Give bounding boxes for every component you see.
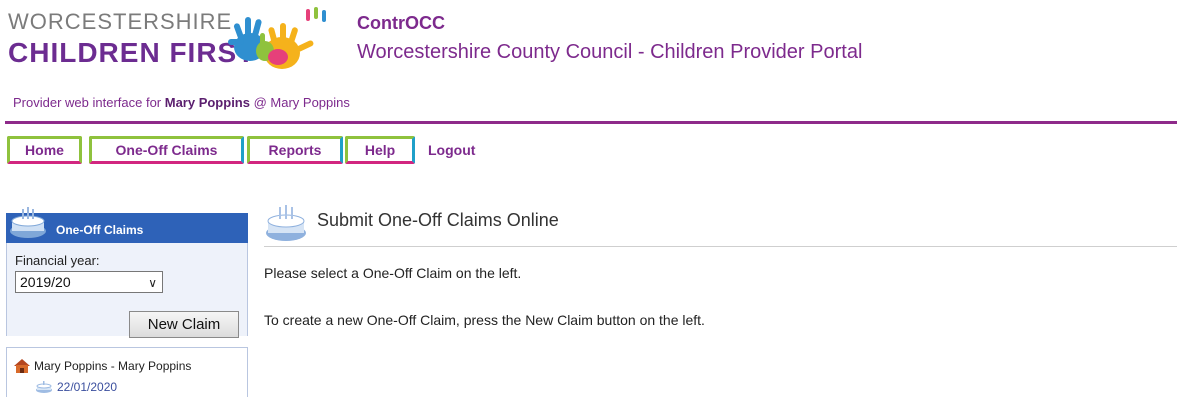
provider-prefix: Provider web interface for [13, 95, 165, 110]
title-divider [264, 246, 1177, 247]
tree-provider-label: Mary Poppins - Mary Poppins [34, 359, 192, 373]
nav-logout-link[interactable]: Logout [428, 142, 475, 158]
app-name: ContrOCC [357, 13, 445, 33]
sidebar-filter-panel: Financial year: 2019/20 ∨ New Claim [6, 243, 248, 338]
tree-claim-date: 22/01/2020 [57, 380, 118, 394]
tree-provider-item[interactable]: Mary Poppins - Mary Poppins [13, 358, 191, 374]
financial-year-select[interactable]: 2019/20 ∨ [15, 271, 163, 293]
logo-text-bottom: CHILDREN FIRST [8, 37, 256, 68]
portal-subtitle: Worcestershire County Council - Children… [357, 41, 863, 63]
new-claim-button[interactable]: New Claim [129, 311, 239, 338]
nav-help-button[interactable]: Help [345, 136, 415, 164]
chevron-down-icon: ∨ [148, 276, 157, 290]
header-divider [5, 121, 1177, 124]
sidebar-title: One-Off Claims [56, 223, 144, 237]
sidebar-header: One-Off Claims [6, 207, 248, 243]
provider-name: Mary Poppins [164, 95, 250, 110]
financial-year-label: Financial year: [15, 253, 100, 268]
painted-hands-icon [228, 7, 326, 69]
page-title: Submit One-Off Claims Online [317, 210, 559, 230]
tree-claim-item[interactable]: 22/01/2020 [35, 380, 117, 394]
worcestershire-children-first-logo: WORCESTERSHIRE CHILDREN FIRST [8, 5, 333, 77]
nav-reports-button[interactable]: Reports [247, 136, 343, 164]
cake-icon [266, 205, 306, 241]
financial-year-value: 2019/20 [20, 274, 71, 290]
logo-text-top: WORCESTERSHIRE [8, 9, 233, 34]
cake-icon [10, 207, 46, 238]
provider-interface-line: Provider web interface for Mary Poppins … [13, 95, 350, 110]
instruction-select-claim: Please select a One-Off Claim on the lef… [264, 265, 522, 281]
provider-suffix: @ Mary Poppins [249, 95, 350, 110]
instruction-new-claim: To create a new One-Off Claim, press the… [264, 312, 705, 328]
claim-cake-icon [36, 381, 52, 393]
one-off-claims-sidebar: One-Off Claims Financial year: 2019/20 ∨… [6, 207, 248, 397]
provider-house-icon [14, 359, 30, 373]
nav-one-off-claims-button[interactable]: One-Off Claims [89, 136, 244, 164]
nav-home-button[interactable]: Home [7, 136, 82, 164]
claims-tree: Mary Poppins - Mary Poppins 22/01/2020 [6, 347, 248, 397]
